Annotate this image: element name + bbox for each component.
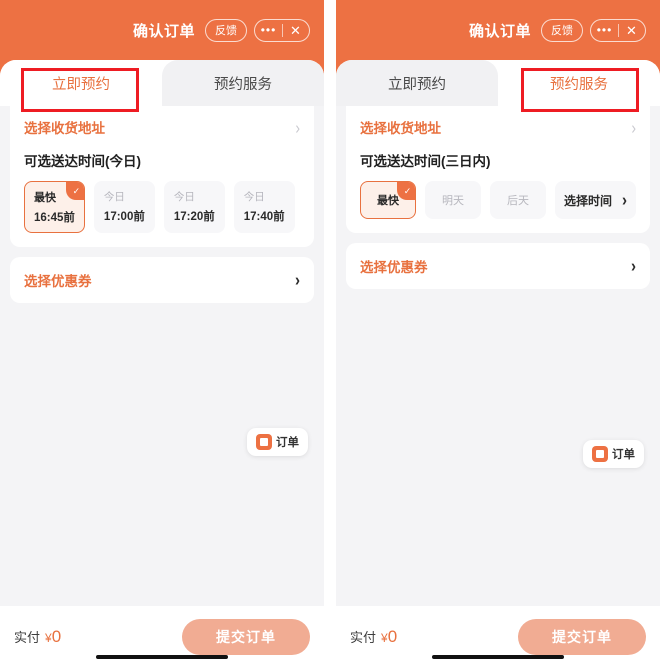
chip-line1: 今日 — [103, 191, 125, 203]
time-picker-label: 选择时间 — [564, 193, 613, 208]
coupon-card: 选择优惠券 › — [346, 243, 650, 289]
order-float-button[interactable]: 订单 — [247, 428, 308, 456]
pay-label: 实付 — [350, 630, 377, 645]
time-chip-1700[interactable]: 今日 17:00前 — [93, 181, 155, 233]
capsule-divider — [618, 23, 619, 37]
order-float-label: 订单 — [276, 437, 299, 449]
order-body-right: 选择收货地址 › 可选送达时间(三日内) 最快 ✓ 明天 后天 选择时间 › 选… — [336, 106, 660, 614]
tab-bar-left: 立即预约 预约服务 — [0, 60, 324, 106]
currency-symbol: ¥ — [381, 631, 388, 645]
time-picker-chip[interactable]: 选择时间 › — [555, 181, 636, 219]
app-header-right: 确认订单 反馈 ••• ✕ — [336, 0, 660, 60]
capsule-divider — [282, 23, 283, 37]
order-icon — [256, 434, 272, 450]
chevron-right-icon: › — [631, 256, 636, 276]
order-body-left: 选择收货地址 › 可选送达时间(今日) 最快 16:45前 ✓ 今日 17:00… — [0, 106, 324, 614]
delivery-time-chips: 最快 16:45前 ✓ 今日 17:00前 今日 17:20前 今日 17:40… — [24, 181, 300, 233]
more-icon[interactable]: ••• — [594, 24, 616, 36]
order-float-label: 订单 — [612, 449, 635, 461]
delivery-time-chips: 最快 ✓ 明天 后天 选择时间 › — [360, 181, 636, 219]
tabs-container-right: 立即预约 预约服务 — [336, 60, 660, 112]
app-header-left: 确认订单 反馈 ••• ✕ — [0, 0, 324, 60]
tab-scheduled-service[interactable]: 预约服务 — [498, 60, 660, 106]
tabs-container-left: 立即预约 预约服务 — [0, 60, 324, 112]
address-row[interactable]: 选择收货地址 › — [360, 106, 636, 148]
tab-immediate-booking[interactable]: 立即预约 — [336, 60, 498, 106]
close-icon[interactable]: ✕ — [285, 24, 307, 37]
chip-line1: 后天 — [507, 195, 529, 207]
chip-line1: 今日 — [173, 191, 195, 203]
chip-line2: 17:40前 — [243, 211, 285, 223]
chevron-right-icon: › — [622, 190, 628, 210]
close-icon[interactable]: ✕ — [621, 24, 643, 37]
mini-program-capsule[interactable]: ••• ✕ — [254, 18, 310, 42]
check-icon: ✓ — [397, 182, 415, 200]
submit-order-button[interactable]: 提交订单 — [518, 619, 646, 655]
address-label: 选择收货地址 — [360, 121, 441, 136]
page-title: 确认订单 — [468, 22, 531, 40]
amount-value: 0 — [51, 627, 62, 646]
chevron-right-icon: › — [631, 117, 636, 137]
chip-line1: 明天 — [442, 195, 464, 207]
more-icon[interactable]: ••• — [258, 24, 280, 36]
feedback-label: 反馈 — [215, 25, 237, 37]
coupon-label: 选择优惠券 — [24, 274, 92, 289]
order-float-button[interactable]: 订单 — [583, 440, 644, 468]
time-chip-day-after-tomorrow[interactable]: 后天 — [490, 181, 546, 219]
time-chip-fastest[interactable]: 最快 ✓ — [360, 181, 416, 219]
home-indicator — [96, 655, 228, 659]
pay-label: 实付 — [14, 630, 41, 645]
time-chip-1740[interactable]: 今日 17:40前 — [233, 181, 295, 233]
pay-amount: ¥0 — [45, 627, 61, 647]
tab-immediate-booking[interactable]: 立即预约 — [0, 60, 162, 106]
address-row[interactable]: 选择收货地址 › — [24, 106, 300, 148]
submit-order-button[interactable]: 提交订单 — [182, 619, 310, 655]
time-chip-1720[interactable]: 今日 17:20前 — [163, 181, 225, 233]
phone-screen-right: 确认订单 反馈 ••• ✕ 立即预约 预约服务 选择收货地址 › 可选送达时间(… — [336, 0, 660, 668]
tab-label: 立即预约 — [52, 76, 110, 93]
phone-screen-left: 确认订单 反馈 ••• ✕ 立即预约 预约服务 选择收货地址 › 可选送达时间(… — [0, 0, 324, 668]
chevron-right-icon: › — [295, 117, 300, 137]
mini-program-capsule[interactable]: ••• ✕ — [590, 18, 646, 42]
page-title: 确认订单 — [132, 22, 195, 40]
time-chip-tomorrow[interactable]: 明天 — [425, 181, 481, 219]
time-chip-fastest[interactable]: 最快 16:45前 ✓ — [24, 181, 85, 233]
total-price: 实付 ¥0 — [14, 627, 61, 647]
feedback-button[interactable]: 反馈 — [205, 18, 247, 42]
chip-line2: 17:00前 — [103, 211, 145, 223]
tab-scheduled-service[interactable]: 预约服务 — [162, 60, 324, 106]
coupon-label: 选择优惠券 — [360, 260, 428, 275]
chip-line1: 今日 — [243, 191, 265, 203]
chip-line2: 16:45前 — [34, 212, 75, 224]
feedback-button[interactable]: 反馈 — [541, 18, 583, 42]
chip-line1: 最快 — [377, 195, 399, 207]
tab-label: 预约服务 — [550, 76, 608, 93]
delivery-time-title: 可选送达时间(今日) — [24, 154, 141, 169]
address-and-time-card: 选择收货地址 › 可选送达时间(今日) 最快 16:45前 ✓ 今日 17:00… — [10, 106, 314, 247]
tab-bar-right: 立即预约 预约服务 — [336, 60, 660, 106]
coupon-row[interactable]: 选择优惠券 › — [360, 243, 636, 289]
currency-symbol: ¥ — [45, 631, 52, 645]
total-price: 实付 ¥0 — [350, 627, 397, 647]
panel-divider — [324, 0, 336, 668]
tab-label: 立即预约 — [388, 76, 446, 93]
delivery-time-title: 可选送达时间(三日内) — [360, 154, 491, 169]
coupon-row[interactable]: 选择优惠券 › — [24, 257, 300, 303]
amount-value: 0 — [387, 627, 398, 646]
pay-amount: ¥0 — [381, 627, 397, 647]
check-icon: ✓ — [65, 182, 84, 200]
screenshot-stage: 确认订单 反馈 ••• ✕ 立即预约 预约服务 选择收货地址 › 可选送达时间(… — [0, 0, 660, 668]
home-indicator — [432, 655, 564, 659]
feedback-label: 反馈 — [551, 25, 573, 37]
chip-line2: 17:20前 — [173, 211, 215, 223]
tab-label: 预约服务 — [214, 76, 272, 93]
order-icon — [592, 446, 608, 462]
address-and-time-card: 选择收货地址 › 可选送达时间(三日内) 最快 ✓ 明天 后天 选择时间 › — [346, 106, 650, 233]
coupon-card: 选择优惠券 › — [10, 257, 314, 303]
chevron-right-icon: › — [295, 270, 300, 290]
address-label: 选择收货地址 — [24, 121, 105, 136]
